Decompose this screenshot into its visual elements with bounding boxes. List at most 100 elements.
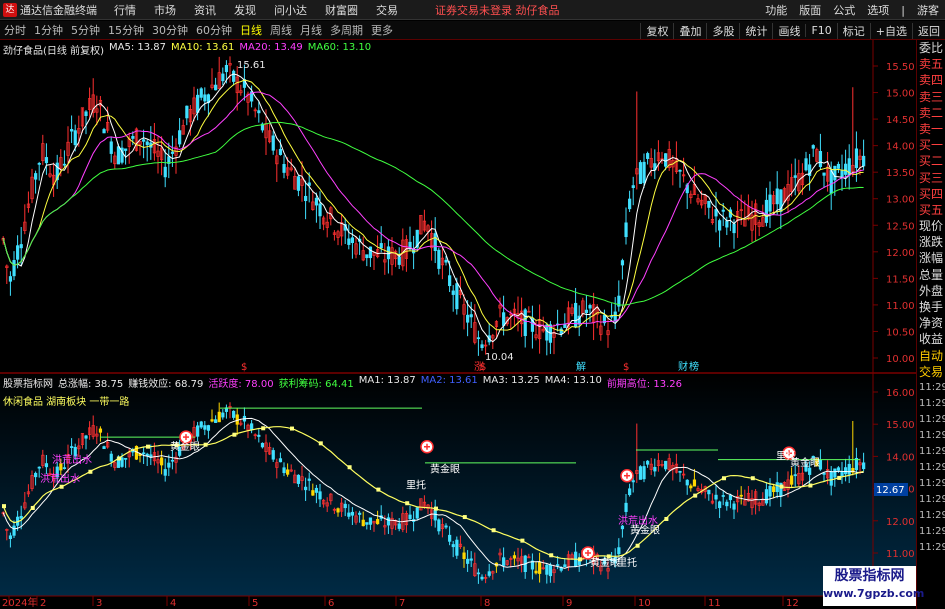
period-more[interactable]: 更多: [367, 22, 397, 38]
event-label-4[interactable]: 解: [576, 360, 586, 373]
back-button[interactable]: 返回: [912, 22, 945, 39]
event-label-6[interactable]: 财: [678, 360, 688, 373]
period-intraday[interactable]: 分时: [0, 22, 30, 38]
lower-candle-body: [142, 452, 146, 455]
menu-discover[interactable]: 发现: [225, 2, 265, 18]
side-item-buy1[interactable]: 买一: [917, 137, 945, 153]
event-label-3[interactable]: $: [480, 362, 486, 373]
event-label-1[interactable]: $: [241, 362, 247, 373]
menu-ask[interactable]: 问小达: [265, 2, 316, 18]
side-item-buy4[interactable]: 买四: [917, 186, 945, 202]
low-price-label: 10.04: [485, 352, 514, 363]
tick-time-3: 11:29: [919, 413, 945, 425]
lower-candle-body: [232, 410, 236, 418]
kline-chart[interactable]: 15.50 15.00 14.50 14.00 13.50 13.00 12.50 12.00…: [0, 40, 916, 609]
candle-body: [451, 290, 455, 295]
stock-title[interactable]: 劲仔食品(日线 前复权): [3, 42, 104, 57]
ma10-value: MA10: 13.61: [171, 42, 235, 53]
menu-formula[interactable]: 公式: [827, 2, 861, 18]
multi-stock-button[interactable]: 多股: [706, 22, 739, 39]
menu-trade[interactable]: 交易: [367, 2, 407, 18]
candle-body: [142, 139, 146, 142]
lower-candle-body: [217, 411, 221, 423]
indicator-item-6: MA2: 13.61: [420, 375, 478, 386]
side-item-sell5[interactable]: 卖五: [917, 56, 945, 72]
period-toolbar: 分时 1分钟 5分钟 15分钟 30分钟 60分钟 日线 周线 月线 多周期 更…: [0, 21, 945, 40]
candle-body: [178, 130, 182, 145]
f10-button[interactable]: F10: [805, 24, 836, 37]
period-daily[interactable]: 日线: [236, 22, 266, 38]
lower-yellow-marker: [30, 505, 35, 510]
menu-layout[interactable]: 版面: [793, 2, 827, 18]
period-multi[interactable]: 多周期: [326, 22, 367, 38]
candle-body: [214, 84, 218, 91]
side-item-turnover[interactable]: 换手: [917, 299, 945, 315]
lower-candle-body: [304, 486, 308, 491]
side-item-buy3[interactable]: 买三: [917, 170, 945, 186]
candle-body: [102, 129, 106, 134]
lower-candle-body: [833, 468, 837, 478]
side-item-sell3[interactable]: 卖三: [917, 89, 945, 105]
period-1min[interactable]: 1分钟: [30, 22, 67, 38]
lower-candle-body: [444, 525, 448, 528]
menu-news[interactable]: 资讯: [185, 2, 225, 18]
side-item-weibi[interactable]: 委比: [917, 40, 945, 56]
lower-candle-body: [556, 564, 560, 566]
side-item-sell4[interactable]: 卖四: [917, 72, 945, 88]
overlay-button[interactable]: 叠加: [673, 22, 706, 39]
candle-body: [37, 163, 41, 165]
restore-rights-button[interactable]: 复权: [640, 22, 673, 39]
candle-body: [620, 260, 625, 266]
lower-yellow-marker: [59, 484, 64, 489]
side-item-buy2[interactable]: 买二: [917, 153, 945, 169]
lower-candle-body: [714, 494, 718, 500]
candle-body: [73, 130, 77, 146]
statistics-button[interactable]: 统计: [739, 22, 772, 39]
event-label-5[interactable]: $: [623, 362, 629, 373]
candle-body: [271, 135, 275, 151]
side-item-outer[interactable]: 外盘: [917, 283, 945, 299]
side-item-earnings[interactable]: 收益: [917, 331, 945, 347]
login-notice[interactable]: 证券交易未登录 劲仔食品: [435, 2, 560, 18]
draw-line-button[interactable]: 画线: [772, 22, 805, 39]
add-watchlist-button[interactable]: +自选: [869, 22, 912, 39]
side-item-change-pct[interactable]: 涨幅: [917, 250, 945, 266]
menu-quotes[interactable]: 行情: [105, 2, 145, 18]
trade-label[interactable]: 交易: [917, 364, 945, 380]
side-item-change[interactable]: 涨跌: [917, 234, 945, 250]
menu-function[interactable]: 功能: [759, 2, 793, 18]
side-item-price[interactable]: 现价: [917, 218, 945, 234]
side-item-sell2[interactable]: 卖二: [917, 105, 945, 121]
side-item-buy5[interactable]: 买五: [917, 202, 945, 218]
period-15min[interactable]: 15分钟: [104, 22, 148, 38]
menu-fortune[interactable]: 财富圈: [316, 2, 367, 18]
lower-candle-body: [534, 570, 538, 574]
lower-yellow-marker: [520, 538, 525, 543]
lower-candle-body: [206, 425, 211, 431]
period-weekly[interactable]: 周线: [266, 22, 296, 38]
candle-body: [628, 198, 632, 210]
lower-candle-body: [725, 501, 729, 507]
period-60min[interactable]: 60分钟: [192, 22, 236, 38]
lower-yellow-marker: [491, 528, 496, 533]
lower-candle-body: [203, 425, 207, 430]
menu-options[interactable]: 选项: [861, 2, 895, 18]
period-monthly[interactable]: 月线: [296, 22, 326, 38]
lower-candle-body: [476, 572, 481, 575]
auto-trade-label[interactable]: 自动: [917, 348, 945, 364]
lower-candle-body: [408, 514, 412, 520]
menu-guest[interactable]: 游客: [911, 2, 945, 18]
period-30min[interactable]: 30分钟: [148, 22, 192, 38]
price-tick-label: 15.50: [886, 62, 915, 73]
side-item-volume[interactable]: 总量: [917, 267, 945, 283]
period-5min[interactable]: 5分钟: [67, 22, 104, 38]
side-item-sell1[interactable]: 卖一: [917, 121, 945, 137]
price-tick-label: 14.00: [886, 142, 915, 153]
date-tick-label: 11: [708, 598, 721, 609]
side-item-net-asset[interactable]: 净资: [917, 315, 945, 331]
price-tick-label: 13.50: [886, 168, 915, 179]
mark-button[interactable]: 标记: [836, 22, 870, 39]
menu-market[interactable]: 市场: [145, 2, 185, 18]
indicator-name[interactable]: 股票指标网: [3, 375, 53, 390]
event-label-7[interactable]: 榜: [689, 360, 699, 373]
